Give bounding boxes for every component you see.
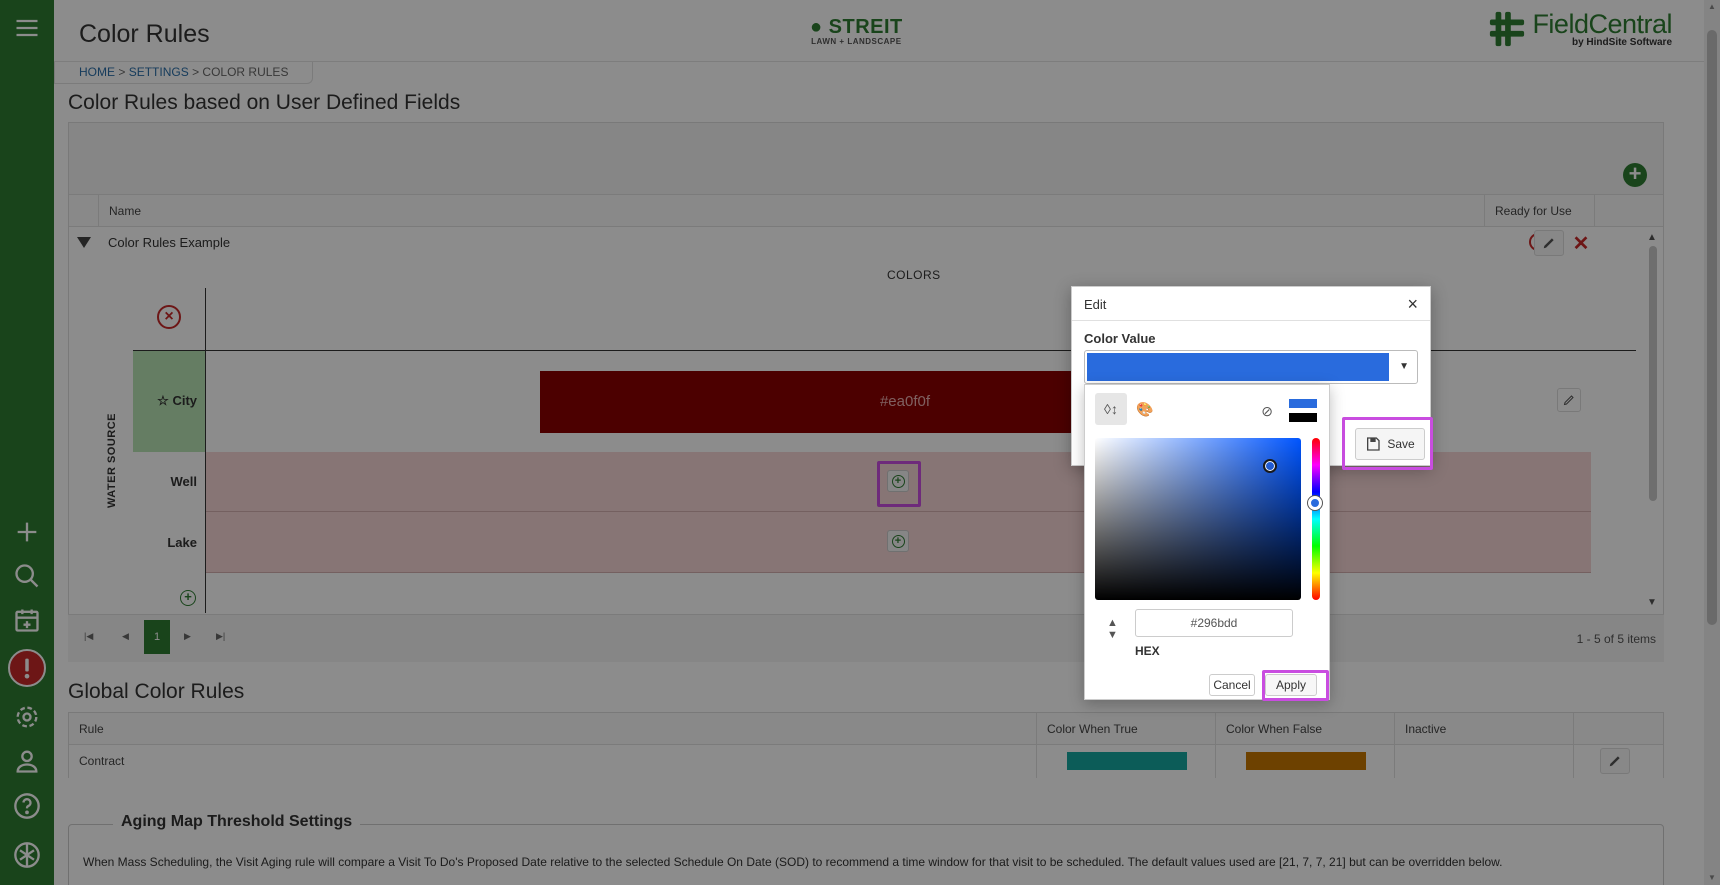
dialog-title: Edit <box>1084 297 1107 312</box>
palette-mode-icon[interactable]: 🎨 <box>1129 393 1161 425</box>
highlight-apply <box>1262 670 1329 701</box>
cancel-button[interactable]: Cancel <box>1209 674 1255 696</box>
modal-overlay <box>0 0 1720 885</box>
hex-input[interactable]: #296bdd <box>1135 609 1293 637</box>
hue-slider[interactable] <box>1308 438 1322 600</box>
color-compare <box>1289 399 1317 423</box>
color-value-dropdown[interactable]: ▼ <box>1084 350 1418 384</box>
color-value-label: Color Value <box>1084 331 1156 346</box>
sv-handle[interactable] <box>1263 459 1277 473</box>
chevron-down-icon[interactable]: ▼ <box>1399 361 1409 372</box>
hue-handle[interactable] <box>1308 496 1322 510</box>
dialog-title-bar: Edit × <box>1072 287 1430 321</box>
selected-color-preview <box>1087 353 1389 381</box>
highlight-save <box>1342 417 1433 470</box>
format-toggle-icon[interactable]: ▲ ▼ <box>1107 617 1118 641</box>
new-color-preview <box>1289 399 1317 408</box>
old-color-preview[interactable] <box>1289 413 1317 422</box>
hex-label: HEX <box>1135 644 1160 658</box>
gradient-mode-icon[interactable]: ◊↕ <box>1095 393 1127 425</box>
color-picker-popup: ◊↕ 🎨 ⊘ ▲ ▼ #296bdd HEX Cancel Apply <box>1084 384 1330 700</box>
no-color-icon[interactable]: ⊘ <box>1261 403 1273 420</box>
close-icon[interactable]: × <box>1407 294 1418 315</box>
saturation-value-area[interactable] <box>1095 438 1301 600</box>
